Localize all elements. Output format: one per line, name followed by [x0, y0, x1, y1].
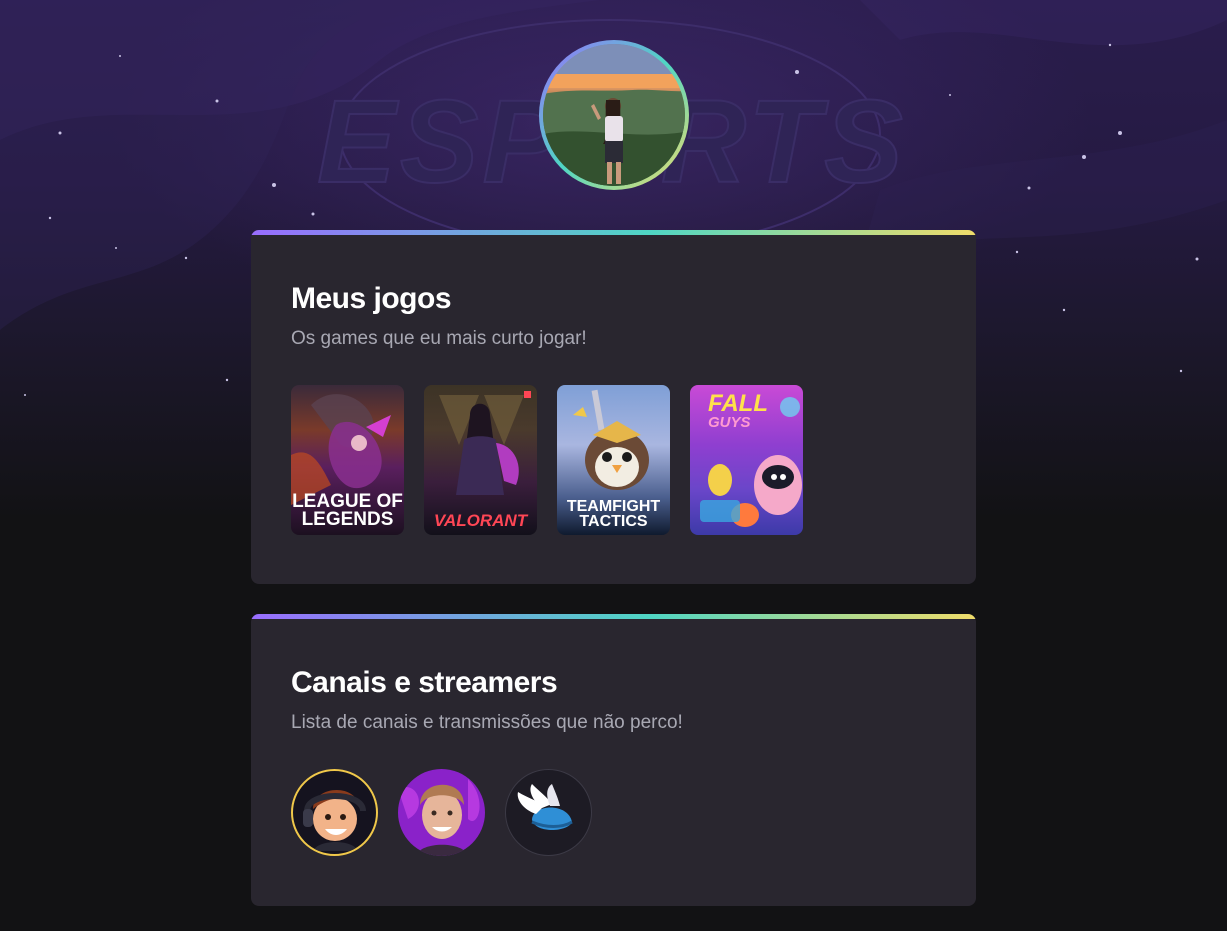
profile-avatar [543, 44, 685, 186]
games-card: Meus jogos Os games que eu mais curto jo… [251, 230, 976, 584]
streamer-avatar-3[interactable] [505, 769, 592, 856]
game-title-line2: LEGENDS [301, 508, 394, 530]
profile-avatar-ring [539, 40, 689, 190]
streamer-avatar-1[interactable] [291, 769, 378, 856]
games-list: LEAGUE OF LEGENDS VALORANT TEAMFIGHT TAC… [291, 385, 803, 535]
game-valorant[interactable]: VALORANT [424, 385, 537, 535]
streams-subtitle: Lista de canais e transmissões que não p… [291, 712, 683, 733]
streamers-list [291, 769, 592, 856]
games-title: Meus jogos [291, 282, 452, 315]
game-fall-guys[interactable]: FALL GUYS [690, 385, 803, 535]
games-subtitle: Os games que eu mais curto jogar! [291, 328, 587, 349]
game-league-of-legends[interactable]: LEAGUE OF LEGENDS [291, 385, 404, 535]
game-teamfight-tactics[interactable]: TEAMFIGHT TACTICS [557, 385, 670, 535]
game-title-line2: TACTICS [579, 512, 648, 530]
game-title-line2: VALORANT [433, 510, 528, 530]
game-title-line1: FALL [708, 390, 768, 417]
game-title-line1: TEAMFIGHT [566, 497, 661, 515]
streams-title: Canais e streamers [291, 666, 558, 699]
game-title-line2: GUYS [708, 413, 751, 431]
streams-card: Canais e streamers Lista de canais e tra… [251, 614, 976, 906]
streamer-avatar-2[interactable] [398, 769, 485, 856]
